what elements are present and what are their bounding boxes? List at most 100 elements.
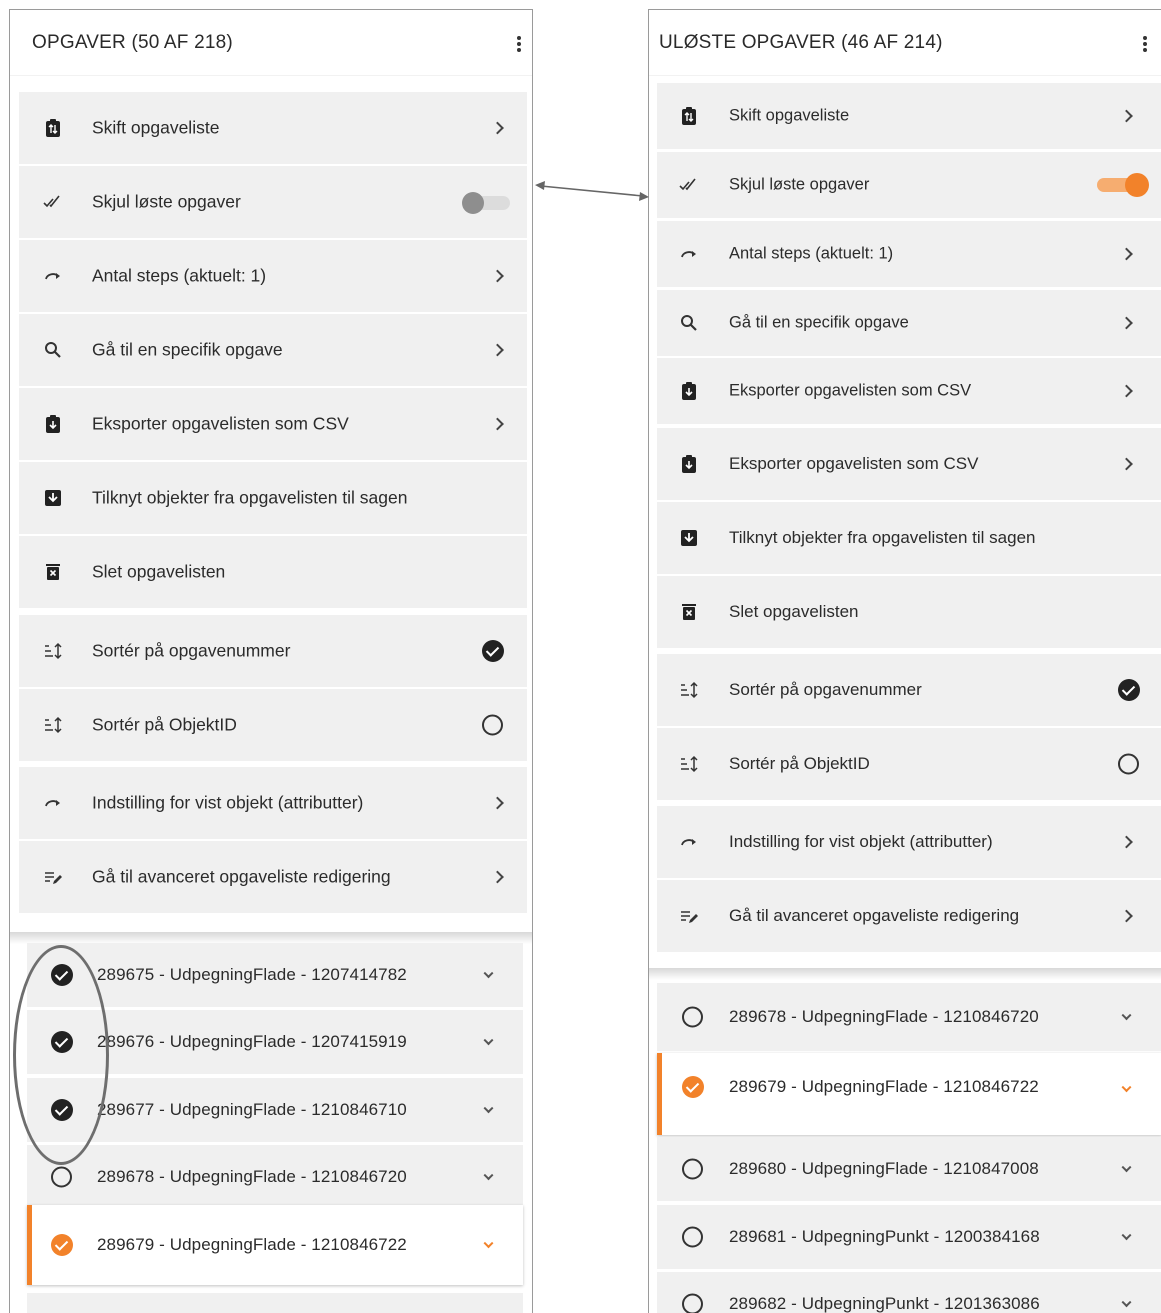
chevron-right-icon bbox=[1120, 384, 1133, 398]
double-check-icon bbox=[677, 173, 701, 197]
redo-arrow-icon bbox=[677, 242, 701, 266]
menu-item-label: Antal steps (aktuelt: 1) bbox=[729, 244, 894, 263]
menu-item-sort-object-id[interactable]: Sortér på ObjektID bbox=[657, 728, 1161, 800]
menu-item-display-settings[interactable]: Indstilling for vist objekt (attributter… bbox=[657, 806, 1161, 878]
menu-divider bbox=[649, 968, 1161, 980]
task-row[interactable]: 289678 - UdpegningFlade - 1210846720 bbox=[27, 1145, 523, 1209]
menu-item-label: Gå til avanceret opgaveliste redigering bbox=[729, 906, 1020, 925]
menu-item-sort-task-number[interactable]: Sortér på opgavenummer bbox=[657, 654, 1161, 726]
menu-item-export-csv[interactable]: Eksporter opgavelisten som CSV bbox=[19, 388, 527, 460]
chevron-down-icon[interactable] bbox=[483, 1238, 494, 1249]
menu-item-label: Sortér på opgavenummer bbox=[92, 640, 291, 661]
menu-item-switch-list[interactable]: Skift opgaveliste bbox=[19, 92, 527, 164]
menu-item-label: Tilknyt objekter fra opgavelisten til sa… bbox=[92, 487, 408, 508]
task-label: 289680 - UdpegningFlade - 1210847008 bbox=[729, 1159, 1039, 1178]
sort-icon bbox=[41, 639, 65, 663]
download-box-icon bbox=[677, 526, 701, 550]
sort-selected-radio[interactable] bbox=[1118, 679, 1140, 701]
chevron-right-icon bbox=[491, 870, 504, 884]
task-row[interactable]: 289681 - UdpegningPunkt - 1200384168 bbox=[657, 1205, 1161, 1269]
task-open-icon bbox=[682, 1158, 703, 1180]
menu-item-attach-objects[interactable]: Tilknyt objekter fra opgavelisten til sa… bbox=[19, 462, 527, 534]
chevron-down-icon[interactable] bbox=[483, 1103, 494, 1114]
task-row-active[interactable]: 289679 - UdpegningFlade - 1210846722 bbox=[657, 1053, 1161, 1135]
panel-header: OPGAVER (50 AF 218) bbox=[10, 10, 532, 76]
menu-item-label: Indstilling for vist objekt (attributter… bbox=[92, 792, 364, 813]
task-label: 289677 - UdpegningFlade - 1210846710 bbox=[97, 1100, 407, 1119]
task-row[interactable]: 289682 - UdpegningPunkt - 1201363086 bbox=[657, 1272, 1161, 1313]
chevron-down-icon[interactable] bbox=[1121, 1082, 1132, 1093]
menu-item-advanced-edit[interactable]: Gå til avanceret opgaveliste redigering bbox=[19, 841, 527, 913]
hide-solved-toggle[interactable] bbox=[462, 192, 510, 214]
sort-icon bbox=[677, 752, 701, 776]
chevron-down-icon[interactable] bbox=[483, 1035, 494, 1046]
chevron-down-icon[interactable] bbox=[1121, 1297, 1132, 1308]
chevron-right-icon bbox=[491, 417, 504, 431]
chevron-down-icon[interactable] bbox=[1121, 1230, 1132, 1241]
double-check-icon bbox=[41, 190, 65, 214]
menu-item-label: Skift opgaveliste bbox=[729, 106, 850, 125]
redo-arrow-icon bbox=[41, 791, 65, 815]
delete-icon bbox=[41, 560, 65, 584]
task-row-partial[interactable] bbox=[27, 1293, 523, 1313]
delete-icon bbox=[677, 600, 701, 624]
menu-item-sort-object-id[interactable]: Sortér på ObjektID bbox=[19, 689, 527, 761]
right-task-panel: ULØSTE OPGAVER (46 AF 214) Skift opgavel… bbox=[648, 9, 1161, 1313]
menu-item-label: Gå til en specifik opgave bbox=[92, 339, 283, 360]
menu-item-steps[interactable]: Antal steps (aktuelt: 1) bbox=[657, 221, 1161, 287]
task-row[interactable]: 289678 - UdpegningFlade - 1210846720 bbox=[657, 983, 1161, 1051]
menu-item-export-csv[interactable]: Eksporter opgavelisten som CSV bbox=[657, 358, 1161, 424]
task-active-icon bbox=[682, 1076, 704, 1098]
chevron-down-icon[interactable] bbox=[483, 1170, 494, 1181]
task-row-active[interactable]: 289679 - UdpegningFlade - 1210846722 bbox=[27, 1205, 523, 1285]
chevron-right-icon bbox=[491, 269, 504, 283]
panel-title: OPGAVER (50 AF 218) bbox=[32, 32, 233, 53]
task-open-icon bbox=[682, 1226, 703, 1248]
task-open-icon bbox=[682, 1293, 703, 1313]
chevron-right-icon bbox=[1120, 909, 1133, 923]
chevron-right-icon bbox=[1120, 457, 1133, 471]
menu-item-label: Eksporter opgavelisten som CSV bbox=[729, 454, 979, 473]
menu-item-advanced-edit[interactable]: Gå til avanceret opgaveliste redigering bbox=[657, 880, 1161, 952]
sort-selected-radio[interactable] bbox=[482, 640, 504, 662]
menu-item-goto-task[interactable]: Gå til en specifik opgave bbox=[657, 290, 1161, 356]
menu-item-label: Sortér på opgavenummer bbox=[729, 680, 922, 699]
task-row[interactable]: 289680 - UdpegningFlade - 1210847008 bbox=[657, 1137, 1161, 1201]
menu-item-hide-solved[interactable]: Skjul løste opgaver bbox=[657, 152, 1161, 218]
menu-item-export-csv[interactable]: Eksporter opgavelisten som CSV bbox=[657, 428, 1161, 500]
menu-item-delete-list[interactable]: Slet opgavelisten bbox=[19, 536, 527, 608]
chevron-down-icon[interactable] bbox=[1121, 1162, 1132, 1173]
menu-item-steps[interactable]: Antal steps (aktuelt: 1) bbox=[19, 240, 527, 312]
chevron-down-icon[interactable] bbox=[1121, 1010, 1132, 1021]
menu-item-display-settings[interactable]: Indstilling for vist objekt (attributter… bbox=[19, 767, 527, 839]
kebab-menu-icon[interactable] bbox=[515, 34, 523, 56]
sort-unselected-radio[interactable] bbox=[1118, 753, 1139, 775]
menu-item-goto-task[interactable]: Gå til en specifik opgave bbox=[19, 314, 527, 386]
download-box-icon bbox=[41, 486, 65, 510]
active-accent-bar bbox=[27, 1205, 32, 1285]
task-label: 289678 - UdpegningFlade - 1210846720 bbox=[729, 1007, 1039, 1026]
menu-item-label: Slet opgavelisten bbox=[729, 602, 859, 621]
menu-item-label: Skjul løste opgaver bbox=[92, 191, 241, 212]
menu-item-switch-list[interactable]: Skift opgaveliste bbox=[657, 83, 1161, 149]
menu-item-attach-objects[interactable]: Tilknyt objekter fra opgavelisten til sa… bbox=[657, 502, 1161, 574]
menu-item-hide-solved[interactable]: Skjul løste opgaver bbox=[19, 166, 527, 238]
active-accent-bar bbox=[657, 1053, 662, 1135]
annotation-ellipse bbox=[13, 945, 109, 1165]
chevron-right-icon bbox=[1120, 835, 1133, 849]
chevron-down-icon[interactable] bbox=[483, 968, 494, 979]
hide-solved-toggle[interactable] bbox=[1097, 173, 1149, 197]
redo-arrow-icon bbox=[677, 830, 701, 854]
chevron-right-icon bbox=[491, 343, 504, 357]
sort-icon bbox=[41, 713, 65, 737]
task-label: 289678 - UdpegningFlade - 1210846720 bbox=[97, 1167, 407, 1186]
menu-item-sort-task-number[interactable]: Sortér på opgavenummer bbox=[19, 615, 527, 687]
sort-icon bbox=[677, 678, 701, 702]
menu-item-delete-list[interactable]: Slet opgavelisten bbox=[657, 576, 1161, 648]
panel-title: ULØSTE OPGAVER (46 AF 214) bbox=[659, 32, 943, 53]
sort-unselected-radio[interactable] bbox=[482, 714, 503, 736]
kebab-menu-icon[interactable] bbox=[1141, 34, 1149, 56]
task-label: 289681 - UdpegningPunkt - 1200384168 bbox=[729, 1227, 1040, 1246]
edit-list-icon bbox=[41, 865, 65, 889]
menu-item-label: Sortér på ObjektID bbox=[92, 714, 237, 735]
